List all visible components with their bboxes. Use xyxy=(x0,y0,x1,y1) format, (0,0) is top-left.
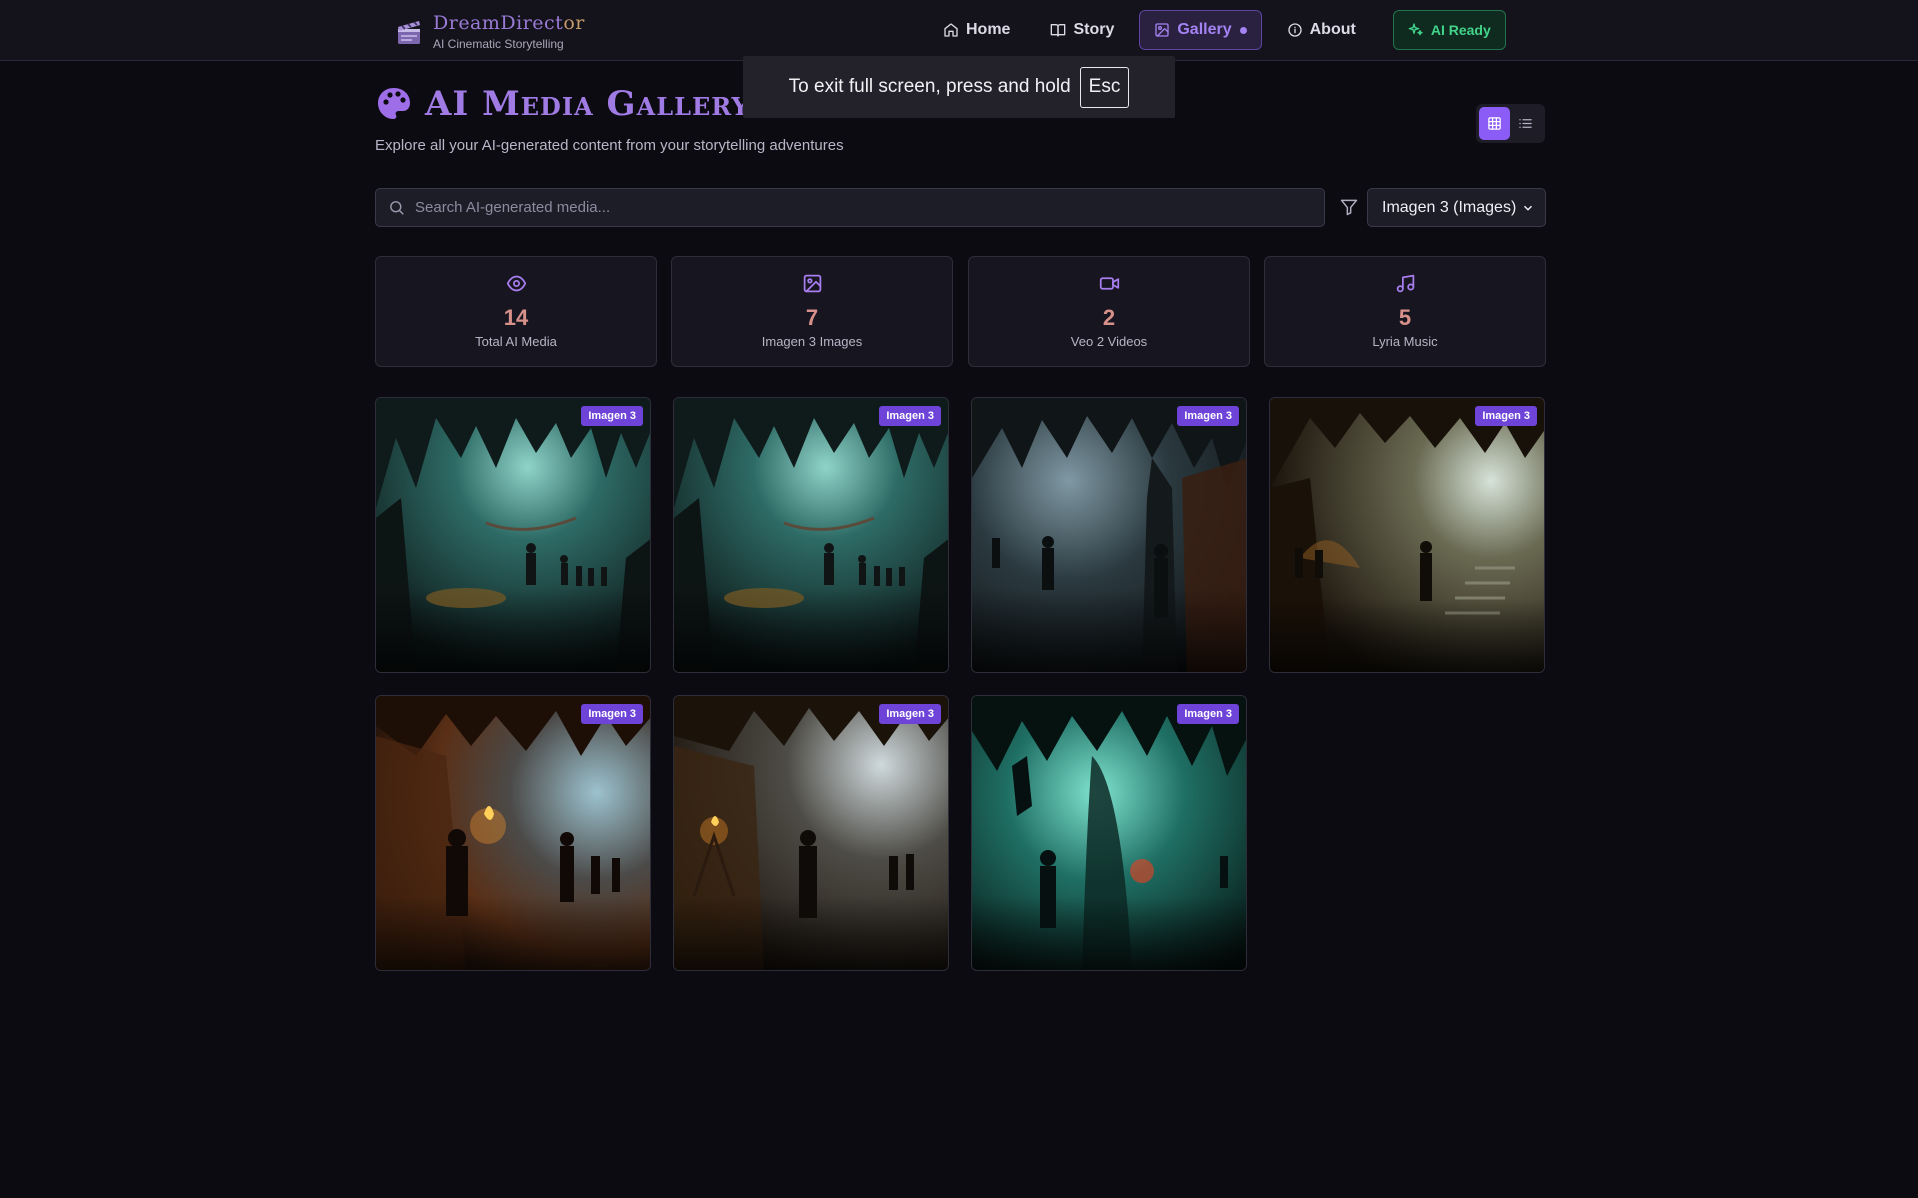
video-icon xyxy=(1099,277,1120,290)
stat-label: Lyria Music xyxy=(1372,334,1438,349)
book-icon xyxy=(1051,24,1066,37)
active-indicator-dot xyxy=(1239,26,1247,34)
cave-scene-image xyxy=(972,696,1246,970)
media-type-select[interactable]: Imagen 3 (Images) xyxy=(1367,188,1546,227)
music-icon xyxy=(1396,274,1415,293)
grid-icon xyxy=(1488,117,1501,130)
stat-veo-videos: 2 Veo 2 Videos xyxy=(968,256,1250,367)
model-badge: Imagen 3 xyxy=(581,406,643,426)
page-subtitle: Explore all your AI-generated content fr… xyxy=(375,137,844,154)
home-icon xyxy=(944,23,958,37)
brand[interactable]: DreamDirector AI Cinematic Storytelling xyxy=(395,12,585,51)
model-badge: Imagen 3 xyxy=(879,704,941,724)
stat-label: Imagen 3 Images xyxy=(761,334,863,349)
nav-home-label: Home xyxy=(966,21,1011,38)
model-badge: Imagen 3 xyxy=(1177,406,1239,426)
stat-label: Total AI Media xyxy=(475,334,557,349)
media-card[interactable]: Imagen 3 xyxy=(673,397,949,673)
media-card[interactable]: Imagen 3 xyxy=(1269,397,1545,673)
stat-value: 2 xyxy=(1102,305,1116,330)
list-icon xyxy=(1519,119,1532,128)
clapperboard-icon xyxy=(398,20,420,44)
search-box xyxy=(375,188,1325,227)
ai-ready-status-button[interactable]: AI Ready xyxy=(1392,10,1506,50)
cave-scene-image xyxy=(376,696,650,970)
nav-about-label: About xyxy=(1309,21,1356,38)
esc-key-hint: Esc xyxy=(1079,66,1130,108)
image-icon xyxy=(1155,23,1170,37)
model-badge: Imagen 3 xyxy=(1177,704,1239,724)
list-view-button[interactable] xyxy=(1510,107,1541,140)
media-card[interactable]: Imagen 3 xyxy=(375,397,651,673)
media-card[interactable]: Imagen 3 xyxy=(375,695,651,971)
brand-name: DreamDirector xyxy=(433,12,585,34)
filter-icon xyxy=(1339,197,1359,217)
page-heading: AI Media Gallery xyxy=(375,84,750,124)
stat-value: 7 xyxy=(805,305,819,330)
cave-scene-image xyxy=(674,696,948,970)
media-card[interactable]: Imagen 3 xyxy=(673,695,949,971)
page-title: AI Media Gallery xyxy=(425,84,750,124)
stat-imagen-images: 7 Imagen 3 Images xyxy=(671,256,953,367)
search-icon xyxy=(390,201,404,215)
main-nav: Home Story Gallery About AI Ready xyxy=(928,10,1516,50)
nav-gallery-label: Gallery xyxy=(1177,21,1232,38)
top-navigation-bar: DreamDirector AI Cinematic Storytelling … xyxy=(0,0,1918,61)
cave-scene-image xyxy=(1270,398,1544,672)
media-type-selected-value: Imagen 3 (Images) xyxy=(1382,198,1517,216)
image-icon xyxy=(803,274,822,293)
nav-gallery[interactable]: Gallery xyxy=(1139,10,1262,50)
stat-label: Veo 2 Videos xyxy=(1070,334,1148,349)
cave-scene-image xyxy=(972,398,1246,672)
grid-view-button[interactable] xyxy=(1479,107,1510,140)
palette-icon xyxy=(378,88,410,119)
chevron-down-icon xyxy=(1523,205,1533,211)
brand-tagline: AI Cinematic Storytelling xyxy=(433,37,564,51)
stat-lyria-music: 5 Lyria Music xyxy=(1264,256,1546,367)
sparkles-icon xyxy=(1408,23,1423,36)
media-card[interactable]: Imagen 3 xyxy=(971,695,1247,971)
nav-story-label: Story xyxy=(1073,21,1115,38)
stat-total-ai-media: 14 Total AI Media xyxy=(375,256,657,367)
model-badge: Imagen 3 xyxy=(879,406,941,426)
stat-value: 5 xyxy=(1398,305,1412,330)
fullscreen-notice-text: To exit full screen, press and hold xyxy=(788,76,1071,97)
stat-value: 14 xyxy=(503,305,529,330)
media-card[interactable]: Imagen 3 xyxy=(971,397,1247,673)
nav-story[interactable]: Story xyxy=(1035,10,1129,50)
ai-ready-label: AI Ready xyxy=(1430,22,1491,38)
fullscreen-exit-notice: To exit full screen, press and hold Esc xyxy=(743,56,1175,118)
eye-icon xyxy=(506,275,527,292)
info-icon xyxy=(1287,23,1302,37)
nav-about[interactable]: About xyxy=(1272,10,1371,50)
view-mode-toggle xyxy=(1476,104,1545,143)
cave-scene-image xyxy=(376,398,650,672)
cave-scene-image xyxy=(674,398,948,672)
search-input[interactable] xyxy=(415,199,1315,216)
model-badge: Imagen 3 xyxy=(581,704,643,724)
model-badge: Imagen 3 xyxy=(1475,406,1537,426)
nav-home[interactable]: Home xyxy=(928,10,1025,50)
